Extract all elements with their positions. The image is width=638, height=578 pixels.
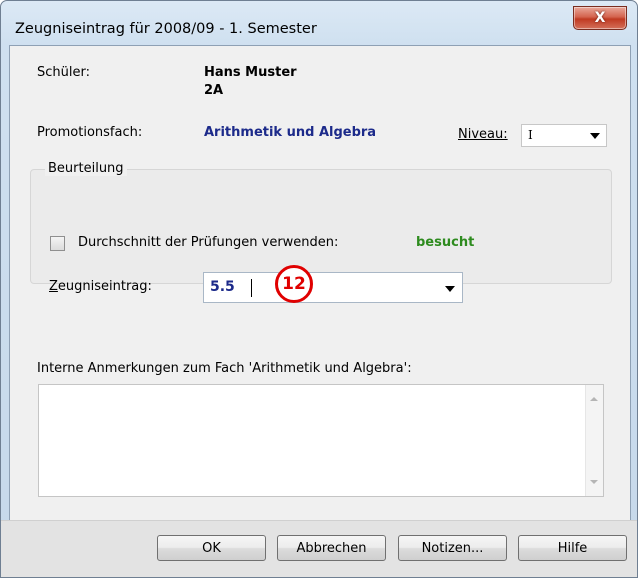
step-badge: 12 <box>275 265 313 303</box>
close-button[interactable]: X <box>573 6 627 30</box>
text-caret <box>251 279 252 297</box>
student-label: Schüler: <box>37 65 90 80</box>
scroll-down-icon[interactable] <box>590 480 598 484</box>
student-name: Hans Muster <box>204 65 297 80</box>
window-title: Zeugniseintrag für 2008/09 - 1. Semester <box>15 21 317 37</box>
student-class: 2A <box>204 83 224 98</box>
help-button[interactable]: Hilfe <box>518 535 627 561</box>
niveau-label: Niveau: <box>458 127 508 142</box>
niveau-value: I <box>528 128 533 142</box>
niveau-dropdown[interactable]: I <box>521 124 607 147</box>
cancel-button[interactable]: Abbrechen <box>277 535 386 561</box>
chevron-down-icon <box>590 133 600 139</box>
average-checkbox-label: Durchschnitt der Prüfungen verwenden: <box>78 235 339 250</box>
close-icon: X <box>594 10 606 26</box>
assessment-group-label: Beurteilung <box>45 161 127 176</box>
notes-scrollbar[interactable] <box>585 385 603 496</box>
entry-label-text: Zeugniseintrag: <box>49 279 152 294</box>
entry-label: Zeugniseintrag: <box>49 279 152 294</box>
dialog-window: Zeugniseintrag für 2008/09 - 1. Semester… <box>0 0 638 578</box>
ok-button[interactable]: OK <box>157 535 266 561</box>
button-bar: OK Abbrechen Notizen... Hilfe <box>1 520 637 577</box>
scroll-up-icon[interactable] <box>590 397 598 401</box>
niveau-label-text: Niveau: <box>458 127 508 142</box>
subject-value: Arithmetik und Algebra <box>204 125 377 140</box>
notes-button[interactable]: Notizen... <box>398 535 507 561</box>
notes-label: Interne Anmerkungen zum Fach 'Arithmetik… <box>37 361 412 376</box>
status-text: besucht <box>416 235 475 250</box>
entry-value: 5.5 <box>210 279 235 295</box>
assessment-group: Beurteilung <box>30 161 612 284</box>
notes-textarea[interactable] <box>38 384 604 497</box>
average-checkbox[interactable] <box>50 236 65 251</box>
chevron-down-icon[interactable] <box>445 286 455 292</box>
subject-label: Promotionsfach: <box>37 125 143 140</box>
entry-combobox[interactable]: 5.5 <box>203 272 463 303</box>
